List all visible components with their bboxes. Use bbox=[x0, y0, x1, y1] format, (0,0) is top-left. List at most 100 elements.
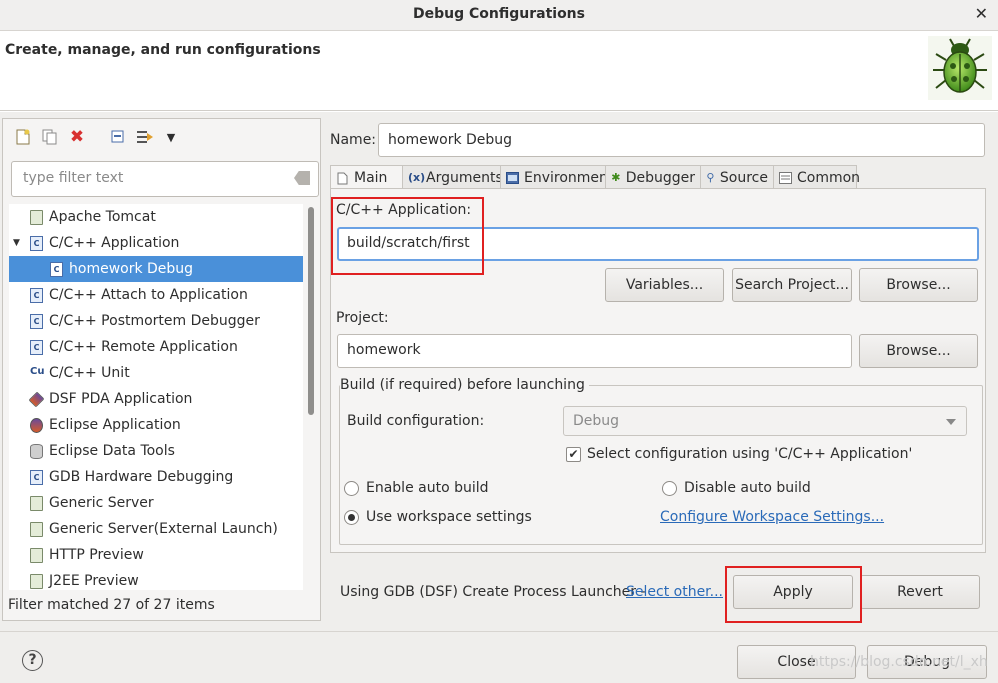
expand-arrow-icon[interactable]: ▼ bbox=[13, 238, 23, 248]
tree-item-label: Generic Server bbox=[49, 495, 154, 511]
build-configuration-value: Debug bbox=[573, 413, 620, 429]
eclipse-icon bbox=[30, 417, 43, 433]
c-unit-icon: Cu bbox=[30, 365, 45, 377]
tree-item-label: Generic Server(External Launch) bbox=[49, 521, 278, 537]
view-menu-icon[interactable]: ▼ bbox=[162, 128, 180, 146]
debug-bug-icon bbox=[928, 36, 992, 100]
c-application-icon: C bbox=[30, 313, 43, 329]
delete-icon[interactable]: ✖ bbox=[68, 127, 86, 147]
build-configuration-select[interactable]: Debug bbox=[563, 406, 967, 436]
tree-item-homework-debug[interactable]: C homework Debug bbox=[9, 256, 303, 282]
select-config-label: Select configuration using 'C/C++ Applic… bbox=[587, 446, 913, 462]
tree-item-cpp-postmortem[interactable]: C C/C++ Postmortem Debugger bbox=[9, 308, 303, 334]
use-workspace-settings-radio[interactable] bbox=[344, 510, 359, 525]
launcher-text: Using GDB (DSF) Create Process Launcher … bbox=[340, 584, 646, 600]
browse-project-button[interactable]: Browse... bbox=[859, 334, 978, 368]
tree-item-label: C/C++ Remote Application bbox=[49, 339, 238, 355]
c-application-icon: C bbox=[30, 235, 43, 251]
enable-auto-build-radio[interactable] bbox=[344, 481, 359, 496]
tab-label: Debugger bbox=[625, 169, 695, 186]
configuration-name-field[interactable]: homework Debug bbox=[378, 123, 985, 157]
tree-item-cpp-attach[interactable]: C C/C++ Attach to Application bbox=[9, 282, 303, 308]
dialog-subtitle: Create, manage, and run configurations bbox=[5, 42, 321, 58]
tree-item-eclipse-data-tools[interactable]: Eclipse Data Tools bbox=[9, 438, 303, 464]
name-label: Name: bbox=[330, 132, 377, 148]
filter-icon[interactable] bbox=[136, 128, 154, 146]
disable-auto-build-radio[interactable] bbox=[662, 481, 677, 496]
tree-item-label: Apache Tomcat bbox=[49, 209, 156, 225]
enable-auto-build-label: Enable auto build bbox=[366, 480, 489, 496]
c-application-icon: C bbox=[50, 261, 63, 277]
c-application-icon: C bbox=[30, 287, 43, 303]
build-configuration-label: Build configuration: bbox=[347, 413, 485, 429]
common-icon bbox=[779, 171, 792, 184]
clear-filter-icon[interactable] bbox=[294, 171, 310, 185]
tab-label: Arguments bbox=[426, 169, 503, 186]
tree-item-http-preview[interactable]: HTTP Preview bbox=[9, 542, 303, 568]
tree-item-eclipse-application[interactable]: Eclipse Application bbox=[9, 412, 303, 438]
collapse-all-icon[interactable] bbox=[109, 128, 127, 146]
tree-item-label: C/C++ Attach to Application bbox=[49, 287, 248, 303]
help-icon[interactable]: ? bbox=[22, 650, 43, 671]
tree-item-cpp-unit[interactable]: Cu C/C++ Unit bbox=[9, 360, 303, 386]
tab-arguments[interactable]: (x) Arguments bbox=[402, 165, 503, 189]
tree-item-label: DSF PDA Application bbox=[49, 391, 193, 407]
chevron-down-icon bbox=[946, 419, 956, 425]
tree-item-cpp-remote[interactable]: C C/C++ Remote Application bbox=[9, 334, 303, 360]
tree-item-dsf-pda[interactable]: DSF PDA Application bbox=[9, 386, 303, 412]
select-other-link[interactable]: Select other... bbox=[626, 584, 723, 600]
pda-icon bbox=[28, 391, 45, 407]
environment-icon bbox=[506, 171, 519, 184]
filter-input[interactable] bbox=[21, 169, 285, 187]
tab-environment[interactable]: Environment bbox=[500, 165, 613, 189]
c-application-icon: C bbox=[30, 339, 43, 355]
project-label: Project: bbox=[336, 310, 389, 326]
tree-item-generic-server-external[interactable]: Generic Server(External Launch) bbox=[9, 516, 303, 542]
build-group-title: Build (if required) before launching bbox=[340, 377, 589, 393]
variables-button[interactable]: Variables... bbox=[605, 268, 724, 302]
tree-item-label: Eclipse Application bbox=[49, 417, 181, 433]
use-workspace-settings-label: Use workspace settings bbox=[366, 509, 532, 525]
tree-item-gdb-hardware[interactable]: C GDB Hardware Debugging bbox=[9, 464, 303, 490]
tab-debugger[interactable]: ✱ Debugger bbox=[605, 165, 701, 189]
tree-item-generic-server[interactable]: Generic Server bbox=[9, 490, 303, 516]
select-config-checkbox[interactable]: ✔ bbox=[566, 447, 581, 462]
source-icon: ⚲ bbox=[706, 170, 715, 184]
tree-item-label: homework Debug bbox=[69, 261, 194, 277]
tab-source[interactable]: ⚲ Source bbox=[700, 165, 774, 189]
database-icon bbox=[30, 443, 43, 459]
server-icon bbox=[30, 209, 43, 225]
project-field[interactable]: homework bbox=[337, 334, 852, 368]
configuration-tabs: Main (x) Arguments Environment ✱ Debugger … bbox=[330, 165, 986, 190]
main-tab-icon bbox=[336, 172, 349, 185]
tree-item-j2ee-preview[interactable]: J2EE Preview bbox=[9, 568, 303, 590]
filter-status: Filter matched 27 of 27 items bbox=[8, 597, 215, 613]
tree-item-apache-tomcat[interactable]: Apache Tomcat bbox=[9, 204, 303, 230]
revert-button[interactable]: Revert bbox=[860, 575, 980, 609]
configure-workspace-settings-link[interactable]: Configure Workspace Settings... bbox=[660, 509, 884, 525]
filter-box bbox=[11, 161, 319, 197]
dialog-header: Create, manage, and run configurations bbox=[0, 32, 998, 111]
configuration-list-panel: ✖ ▼ Apache Tomcat ▼ C C/C++ Application … bbox=[2, 118, 321, 621]
tree-item-label: HTTP Preview bbox=[49, 547, 144, 563]
tab-common[interactable]: Common bbox=[773, 165, 860, 189]
highlight-box-apply bbox=[725, 566, 862, 623]
tree-item-label: C/C++ Unit bbox=[49, 365, 130, 381]
close-icon[interactable]: ✕ bbox=[975, 4, 988, 23]
search-project-button[interactable]: Search Project... bbox=[732, 268, 852, 302]
tree-item-label: GDB Hardware Debugging bbox=[49, 469, 234, 485]
configuration-tree: Apache Tomcat ▼ C C/C++ Application C ho… bbox=[9, 204, 303, 590]
tree-item-cpp-application[interactable]: ▼ C C/C++ Application bbox=[9, 230, 303, 256]
tab-main[interactable]: Main bbox=[330, 165, 403, 190]
new-configuration-icon[interactable] bbox=[14, 128, 32, 146]
server-icon bbox=[30, 547, 43, 563]
arguments-icon: (x) bbox=[408, 170, 426, 184]
watermark: https://blog.csdn.net/l_xh bbox=[810, 654, 988, 670]
browse-application-button[interactable]: Browse... bbox=[859, 268, 978, 302]
server-icon bbox=[30, 573, 43, 589]
tree-scrollbar[interactable] bbox=[306, 204, 316, 590]
title-bar: Debug Configurations ✕ bbox=[0, 0, 998, 31]
duplicate-icon[interactable] bbox=[41, 128, 59, 146]
scrollbar-thumb[interactable] bbox=[308, 207, 314, 415]
highlight-box-application bbox=[331, 197, 484, 275]
